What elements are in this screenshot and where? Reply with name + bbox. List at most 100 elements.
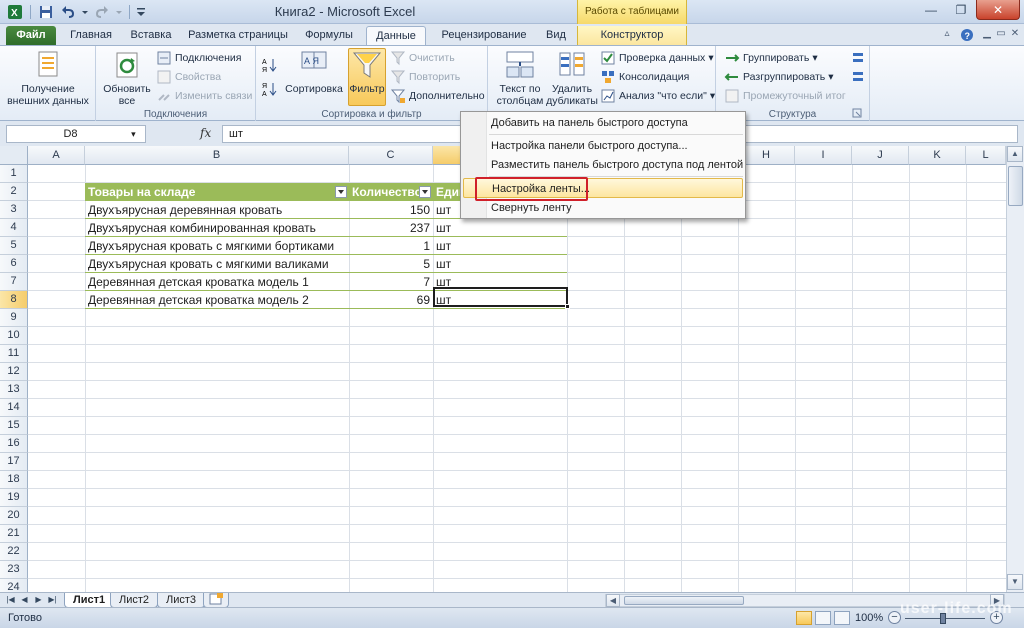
- scroll-left-arrow-icon[interactable]: ◀: [606, 594, 620, 607]
- show-detail-icon[interactable]: [850, 49, 866, 67]
- table-cell[interactable]: 150: [349, 201, 433, 219]
- table-cell[interactable]: 69: [349, 291, 433, 309]
- vertical-scroll-thumb[interactable]: [1008, 166, 1023, 206]
- name-box[interactable]: D8 ▾: [6, 125, 146, 143]
- table-cell[interactable]: Двухъярусная комбинированная кровать: [85, 219, 349, 237]
- edit-links-button[interactable]: Изменить связи: [156, 87, 252, 105]
- chevron-down-icon[interactable]: ▾: [131, 129, 136, 139]
- row-header[interactable]: 11: [0, 345, 28, 363]
- zoom-level[interactable]: 100%: [855, 612, 883, 624]
- row-header[interactable]: 17: [0, 453, 28, 471]
- table-cell[interactable]: Двухъярусная кровать с мягкими валиками: [85, 255, 349, 273]
- clear-filter-button[interactable]: Очистить: [390, 49, 455, 67]
- column-header-a[interactable]: A: [28, 146, 85, 165]
- workbook-minimize-icon[interactable]: ▁: [980, 28, 994, 42]
- filter-dropdown-icon[interactable]: [419, 186, 431, 198]
- dialog-launcher-icon[interactable]: [852, 104, 862, 122]
- table-cell[interactable]: 5: [349, 255, 433, 273]
- insert-sheet-icon[interactable]: [203, 593, 229, 608]
- group-button[interactable]: Группировать ▾: [724, 49, 818, 67]
- sheet-tab-3[interactable]: Лист3: [157, 593, 206, 608]
- vertical-scrollbar[interactable]: ▲ ▼: [1006, 146, 1024, 592]
- scroll-up-arrow-icon[interactable]: ▲: [1007, 146, 1023, 162]
- page-layout-view-icon[interactable]: [815, 611, 831, 625]
- row-header[interactable]: 12: [0, 363, 28, 381]
- maximize-button[interactable]: ❐: [946, 0, 976, 20]
- column-header-j[interactable]: J: [852, 146, 909, 165]
- last-sheet-arrow-icon[interactable]: ▶|: [46, 594, 59, 606]
- menu-item-move-qat-below[interactable]: Разместить панель быстрого доступа под л…: [463, 155, 743, 175]
- column-header-b[interactable]: B: [85, 146, 349, 165]
- data-validation-button[interactable]: Проверка данных ▾: [600, 49, 714, 67]
- tab-file[interactable]: Файл: [6, 26, 56, 45]
- tab-review[interactable]: Рецензирование: [432, 26, 536, 45]
- workbook-restore-icon[interactable]: ▭: [994, 28, 1008, 42]
- close-button[interactable]: ✕: [976, 0, 1020, 20]
- tab-formulas[interactable]: Формулы: [298, 26, 360, 45]
- minimize-ribbon-icon[interactable]: ▵: [940, 28, 954, 42]
- tab-insert[interactable]: Вставка: [122, 26, 180, 45]
- advanced-filter-button[interactable]: Дополнительно: [390, 87, 485, 105]
- table-cell[interactable]: шт: [433, 255, 567, 273]
- tab-design[interactable]: Конструктор: [577, 26, 687, 45]
- row-header[interactable]: 20: [0, 507, 28, 525]
- connections-button[interactable]: Подключения: [156, 49, 241, 67]
- row-header[interactable]: 3: [0, 201, 28, 219]
- active-cell-d8[interactable]: [433, 287, 568, 307]
- tab-data[interactable]: Данные: [366, 26, 426, 45]
- get-external-data-button[interactable]: Получение внешних данных: [4, 49, 92, 107]
- remove-duplicates-button[interactable]: Удалить дубликаты: [546, 49, 598, 107]
- sort-az-button[interactable]: АЯ: [262, 56, 278, 74]
- table-cell[interactable]: шт: [433, 237, 567, 255]
- scroll-down-arrow-icon[interactable]: ▼: [1007, 574, 1023, 590]
- column-header-k[interactable]: K: [909, 146, 966, 165]
- sheet-tab-1[interactable]: Лист1: [64, 593, 115, 608]
- horizontal-scroll-thumb[interactable]: [624, 596, 744, 605]
- row-header[interactable]: 14: [0, 399, 28, 417]
- fill-handle[interactable]: [565, 304, 570, 309]
- column-header-l[interactable]: L: [966, 146, 1006, 165]
- tab-home[interactable]: Главная: [62, 26, 120, 45]
- filter-button[interactable]: Фильтр: [348, 49, 386, 95]
- menu-item-add-to-qat[interactable]: Добавить на панель быстрого доступа: [463, 113, 743, 133]
- row-header[interactable]: 21: [0, 525, 28, 543]
- table-cell[interactable]: 7: [349, 273, 433, 291]
- first-sheet-arrow-icon[interactable]: |◀: [4, 594, 17, 606]
- column-header-i[interactable]: I: [795, 146, 852, 165]
- table-cell[interactable]: шт: [433, 219, 567, 237]
- tab-page-layout[interactable]: Разметка страницы: [184, 26, 292, 45]
- consolidate-button[interactable]: Консолидация: [600, 68, 689, 86]
- row-header[interactable]: 2: [0, 183, 28, 201]
- row-header[interactable]: 5: [0, 237, 28, 255]
- properties-button[interactable]: Свойства: [156, 68, 221, 86]
- help-icon[interactable]: ?: [960, 28, 974, 42]
- table-cell[interactable]: 1: [349, 237, 433, 255]
- row-header[interactable]: 7: [0, 273, 28, 291]
- table-cell[interactable]: Двухъярусная кровать с мягкими бортиками: [85, 237, 349, 255]
- normal-view-icon[interactable]: [796, 611, 812, 625]
- table-cell[interactable]: Двухъярусная деревянная кровать: [85, 201, 349, 219]
- menu-item-minimize-ribbon[interactable]: Свернуть ленту: [463, 198, 743, 218]
- text-to-columns-button[interactable]: Текст по столбцам: [492, 49, 548, 107]
- table-cell[interactable]: Деревянная детская кроватка модель 1: [85, 273, 349, 291]
- sheet-tab-2[interactable]: Лист2: [110, 593, 159, 608]
- sort-button[interactable]: А Я Сортировка: [282, 49, 346, 95]
- tab-view[interactable]: Вид: [540, 26, 572, 45]
- next-sheet-arrow-icon[interactable]: ▶: [32, 594, 45, 606]
- row-header[interactable]: 10: [0, 327, 28, 345]
- row-header[interactable]: 18: [0, 471, 28, 489]
- menu-item-customize-qat[interactable]: Настройка панели быстрого доступа...: [463, 136, 743, 156]
- row-header[interactable]: 24: [0, 579, 28, 592]
- filter-dropdown-icon[interactable]: [335, 186, 347, 198]
- reapply-button[interactable]: Повторить: [390, 68, 460, 86]
- row-header[interactable]: 1: [0, 165, 28, 183]
- row-header[interactable]: 15: [0, 417, 28, 435]
- row-header[interactable]: 19: [0, 489, 28, 507]
- row-header[interactable]: 13: [0, 381, 28, 399]
- column-header-h[interactable]: H: [738, 146, 795, 165]
- prev-sheet-arrow-icon[interactable]: ◀: [18, 594, 31, 606]
- minimize-button[interactable]: —: [916, 0, 946, 20]
- page-break-view-icon[interactable]: [834, 611, 850, 625]
- row-header[interactable]: 22: [0, 543, 28, 561]
- what-if-button[interactable]: Анализ "что если" ▾: [600, 87, 715, 105]
